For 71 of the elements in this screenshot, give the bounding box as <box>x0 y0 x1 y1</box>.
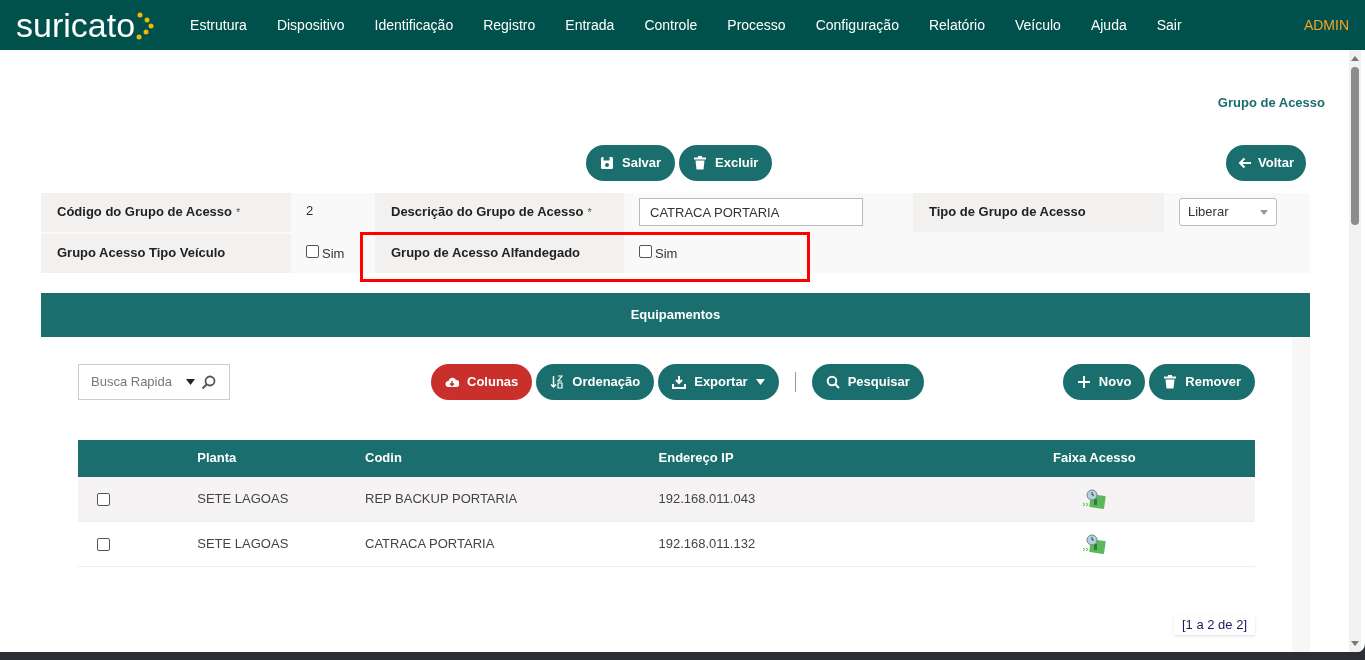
menu-item[interactable]: Entrada <box>553 10 627 40</box>
field-label: Grupo Acesso Tipo Veículo <box>57 244 226 263</box>
column-header[interactable]: Endereço IP <box>658 439 954 477</box>
checkbox[interactable] <box>639 244 652 258</box>
page-title: Grupo de Acesso <box>1217 94 1325 112</box>
export-button[interactable]: Exportar <box>658 363 779 400</box>
search-field[interactable]: Busca Rapida <box>78 363 230 400</box>
menu-item[interactable]: Ajuda <box>1078 10 1139 40</box>
menu-item[interactable]: Registro <box>471 10 548 40</box>
search-button[interactable]: Pesquisar <box>811 363 924 400</box>
new-button[interactable]: Novo <box>1062 363 1146 400</box>
table-cell: CATRACA PORTARIA <box>365 521 659 567</box>
menu-item[interactable]: Dispositivo <box>264 10 357 40</box>
section-title: Equipamentos <box>630 305 721 324</box>
download-icon <box>672 374 687 389</box>
search-icon <box>825 374 840 389</box>
logo-dots-icon <box>136 10 155 40</box>
table-cell: SETE LAGOAS <box>197 476 365 522</box>
field-label: Código do Grupo de Acesso <box>57 203 233 222</box>
menu-item[interactable]: Sair <box>1144 10 1194 40</box>
delete-button[interactable]: Excluir <box>679 144 773 181</box>
search-icon <box>201 374 216 390</box>
trash-icon <box>1163 374 1178 389</box>
access-range-icon[interactable] <box>1082 533 1107 555</box>
caret-icon <box>1260 209 1268 215</box>
arrow-left-icon <box>1238 155 1253 170</box>
plus-icon <box>1076 374 1091 389</box>
column-header[interactable]: Planta <box>197 439 365 477</box>
type-select[interactable]: Liberar <box>1179 198 1277 226</box>
checkbox-label: Sim <box>655 244 678 263</box>
table-cell: 192.168.011.132 <box>658 521 954 567</box>
table-cell: REP BACKUP PORTARIA <box>365 476 659 522</box>
scroll-up-arrow-icon[interactable] <box>1351 56 1359 61</box>
scroll-down-arrow-icon[interactable] <box>1351 641 1359 646</box>
table-cell: 192.168.011.043 <box>658 476 954 522</box>
menu-item[interactable]: Controle <box>632 10 710 40</box>
field-label: Grupo de Acesso Alfandegado <box>391 244 580 263</box>
caret-icon <box>755 378 765 385</box>
menu-item[interactable]: Relatório <box>916 10 997 40</box>
menu-item[interactable]: Identificação <box>362 10 466 40</box>
column-header[interactable]: Codin <box>365 439 659 477</box>
checkbox[interactable] <box>306 244 319 258</box>
menu-item[interactable]: Veículo <box>1002 10 1073 40</box>
user-name[interactable]: ADMIN <box>1303 14 1349 36</box>
trash-icon <box>693 155 708 170</box>
logo-text[interactable]: suricato <box>16 8 136 42</box>
pagination-info: [1 a 2 de 2] <box>1173 615 1255 635</box>
field-label: Descrição do Grupo de Acesso <box>391 203 584 222</box>
field-label: Tipo de Grupo de Acesso <box>929 203 1086 222</box>
menu-item[interactable]: Configuração <box>803 10 911 40</box>
save-button[interactable]: Salvar <box>586 144 676 181</box>
column-header[interactable]: Faixa Acesso <box>953 439 1255 477</box>
columns-button[interactable]: Colunas <box>431 363 533 400</box>
caret-icon[interactable] <box>186 378 195 385</box>
sort-button[interactable]: Ordenação <box>536 363 655 400</box>
checkbox-label: Sim <box>322 244 345 263</box>
required-mark: * <box>587 204 592 220</box>
save-icon <box>600 155 614 170</box>
row-checkbox[interactable] <box>97 538 110 552</box>
menu-item[interactable]: Processo <box>715 10 798 40</box>
field-value: 2 <box>306 201 314 220</box>
sort-icon <box>550 374 565 389</box>
back-button[interactable]: Voltar <box>1226 144 1306 181</box>
remove-button[interactable]: Remover <box>1149 363 1255 400</box>
scrollbar-thumb[interactable] <box>1351 67 1359 225</box>
menu-item[interactable]: Estrutura <box>178 10 259 40</box>
table-cell: SETE LAGOAS <box>197 521 365 567</box>
access-range-icon[interactable] <box>1082 487 1107 510</box>
description-input[interactable]: CATRACA PORTARIA <box>639 198 863 226</box>
required-mark: * <box>236 204 241 220</box>
row-checkbox[interactable] <box>97 493 110 507</box>
